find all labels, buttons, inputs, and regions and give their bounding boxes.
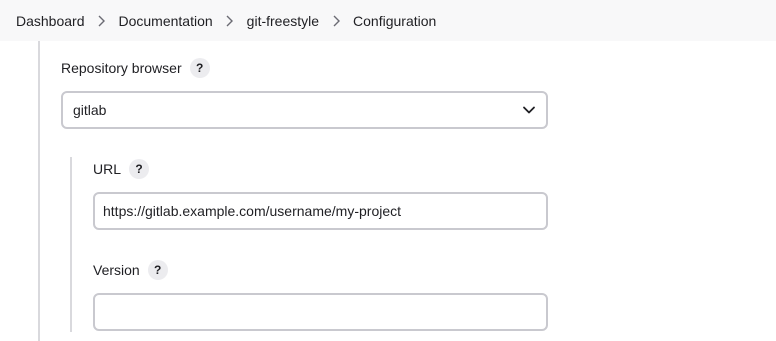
repository-browser-label: Repository browser [61,60,182,76]
nested-section-rail [70,157,72,332]
repository-browser-label-row: Repository browser ? [61,58,210,78]
chevron-down-icon [523,106,535,114]
chevron-right-icon [213,13,247,29]
breadcrumb-configuration[interactable]: Configuration [353,13,436,29]
chevron-right-icon [319,13,353,29]
version-label: Version [93,262,140,278]
breadcrumb-git-freestyle[interactable]: git-freestyle [247,13,319,29]
help-icon[interactable]: ? [189,58,210,78]
version-label-row: Version ? [93,260,168,280]
breadcrumb: Dashboard Documentation git-freestyle Co… [0,0,776,41]
breadcrumb-dashboard[interactable]: Dashboard [16,13,85,29]
repository-browser-select[interactable]: gitlab [61,91,548,129]
chevron-right-icon [85,13,119,29]
url-label-row: URL ? [93,159,150,179]
url-input[interactable] [93,192,548,230]
version-input[interactable] [93,293,548,331]
section-rail [38,41,40,341]
url-label: URL [93,161,122,177]
help-icon[interactable]: ? [129,159,150,179]
help-icon[interactable]: ? [147,260,168,280]
repository-browser-selected-value: gitlab [73,102,107,118]
breadcrumb-documentation[interactable]: Documentation [119,13,213,29]
